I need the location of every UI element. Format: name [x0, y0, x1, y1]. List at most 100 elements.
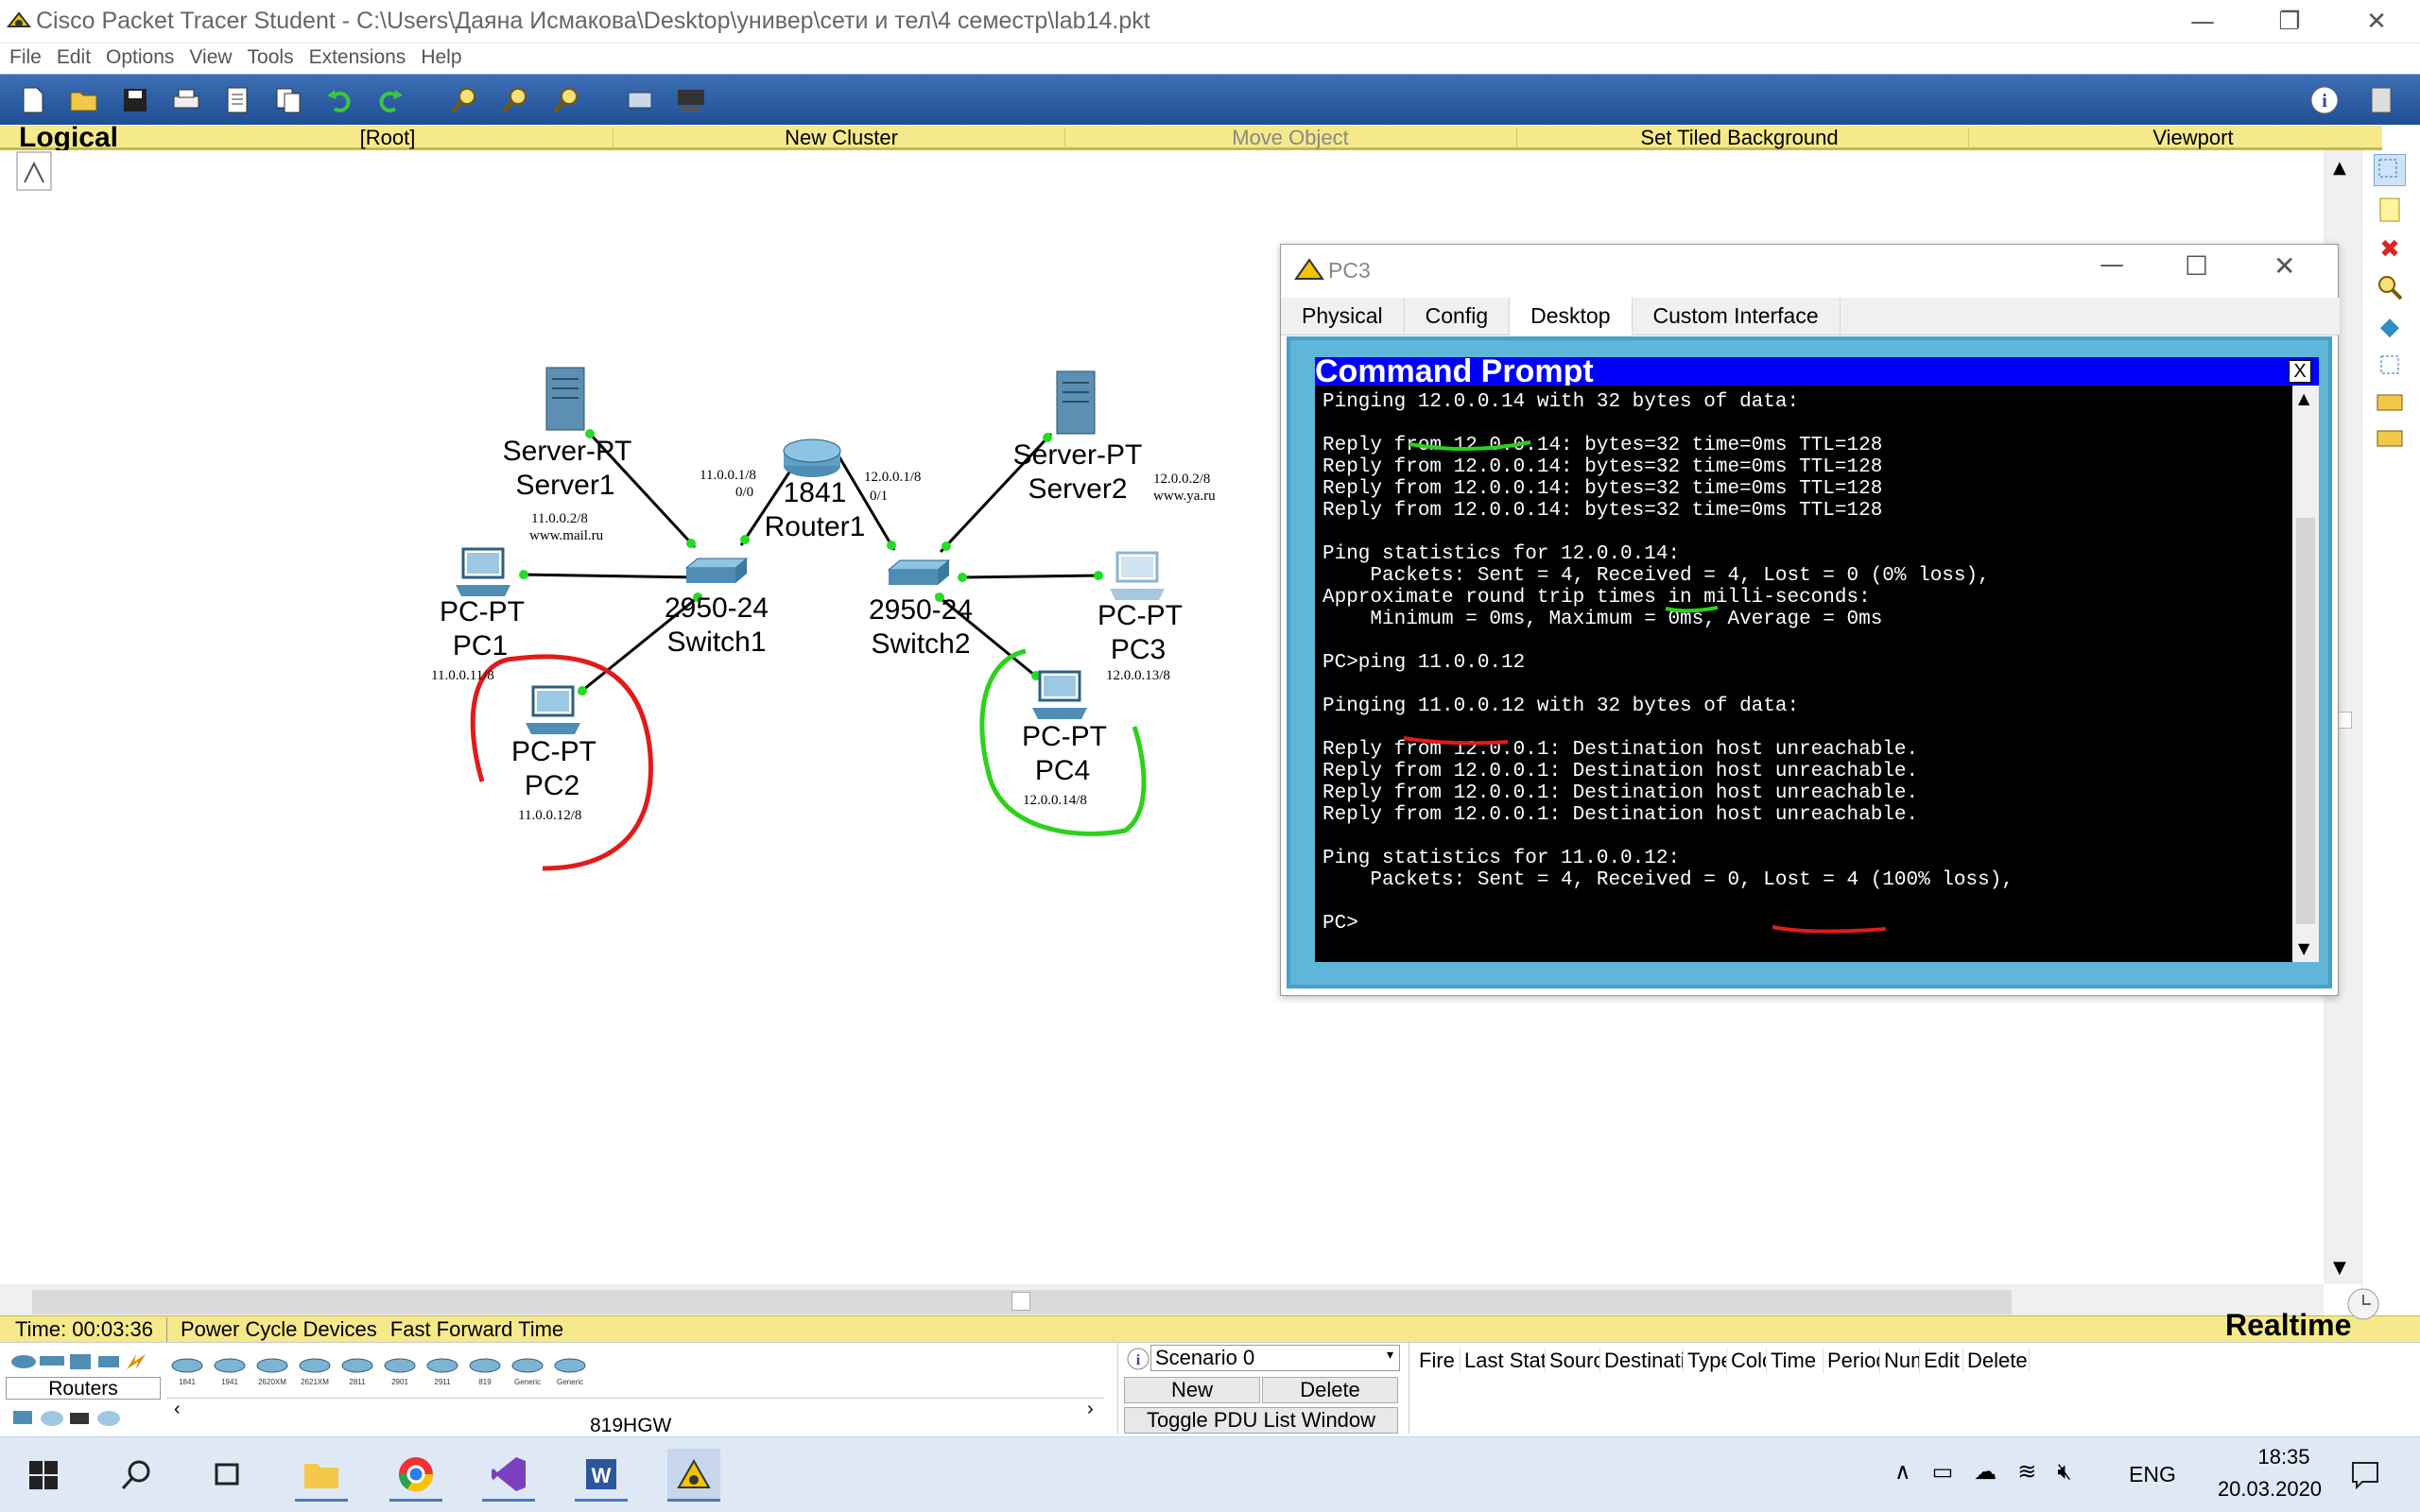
visual-studio-icon[interactable]: [482, 1449, 535, 1502]
pdu-column-header[interactable]: Color: [1727, 1349, 1767, 1373]
scenario-select[interactable]: Scenario 0 ▾: [1150, 1345, 1400, 1371]
notifications-icon[interactable]: [2339, 1449, 2392, 1502]
menu-edit[interactable]: Edit: [57, 46, 91, 69]
set-tiled-background-button[interactable]: Set Tiled Background: [1550, 126, 1928, 150]
task-view-icon[interactable]: [200, 1449, 253, 1502]
zoom-reset-icon[interactable]: [497, 82, 533, 118]
add-simple-pdu-icon[interactable]: [2374, 387, 2406, 419]
router-model-item[interactable]: 2811: [338, 1356, 376, 1386]
pdu-column-header[interactable]: Num: [1880, 1349, 1920, 1373]
input-language[interactable]: ENG: [2129, 1462, 2176, 1487]
menu-help[interactable]: Help: [421, 46, 461, 69]
pdu-column-header[interactable]: Delete: [1963, 1349, 2030, 1373]
menu-tools[interactable]: Tools: [248, 46, 294, 69]
switches-category-icon[interactable]: [38, 1352, 66, 1371]
file-explorer-icon[interactable]: [295, 1449, 348, 1502]
router-model-item[interactable]: Generic: [509, 1356, 546, 1386]
delete-scenario-button[interactable]: Delete: [1262, 1377, 1398, 1403]
scroll-left-icon[interactable]: ‹: [174, 1399, 181, 1420]
note-tool-icon[interactable]: [2374, 194, 2406, 226]
router-model-item[interactable]: 2620XM: [253, 1356, 291, 1386]
menu-extensions[interactable]: Extensions: [309, 46, 406, 69]
power-cycle-button[interactable]: Power Cycle Devices: [165, 1316, 377, 1342]
inspect-tool-icon[interactable]: [2374, 271, 2406, 303]
router-model-item[interactable]: 2621XM: [296, 1356, 334, 1386]
router-model-item[interactable]: 1941: [211, 1356, 249, 1386]
undo-icon[interactable]: [321, 82, 357, 118]
connections-category-icon[interactable]: [123, 1352, 151, 1371]
info-icon[interactable]: i: [1126, 1347, 1150, 1371]
custom-devices-category-icon[interactable]: [66, 1407, 95, 1430]
end-devices-category-icon[interactable]: [9, 1407, 38, 1430]
windows-start-icon[interactable]: [17, 1449, 70, 1502]
pc4-icon[interactable]: [1030, 670, 1089, 721]
add-complex-pdu-icon[interactable]: [2374, 422, 2406, 455]
volume-muted-icon[interactable]: 🔇︎: [2057, 1458, 2071, 1485]
realtime-mode-label[interactable]: Realtime: [2225, 1308, 2351, 1343]
router-model-item[interactable]: Generic: [551, 1356, 589, 1386]
logical-tab[interactable]: Logical: [19, 122, 118, 154]
wan-emulation-category-icon[interactable]: [38, 1407, 66, 1430]
print-icon[interactable]: [168, 82, 204, 118]
chevron-up-icon[interactable]: ∧: [1894, 1458, 1911, 1485]
wireless-category-icon[interactable]: [95, 1352, 123, 1371]
select-tool-icon[interactable]: [2374, 154, 2406, 186]
pc2-icon[interactable]: [524, 685, 582, 736]
pdu-column-header[interactable]: Periodic: [1824, 1349, 1880, 1373]
menu-view[interactable]: View: [189, 46, 232, 69]
pc1-icon[interactable]: [454, 547, 512, 598]
router-model-item[interactable]: 1841: [168, 1356, 206, 1386]
activity-wizard-icon[interactable]: [219, 82, 255, 118]
search-icon[interactable]: [110, 1449, 163, 1502]
pdu-column-header[interactable]: Last Status: [1461, 1349, 1546, 1373]
switch2-icon[interactable]: [885, 557, 953, 589]
fast-forward-button[interactable]: Fast Forward Time: [390, 1317, 563, 1342]
cloud-icon[interactable]: ☁: [1974, 1458, 1996, 1485]
new-cluster-button[interactable]: New Cluster: [662, 126, 1021, 150]
open-icon[interactable]: [66, 82, 102, 118]
minimize-button[interactable]: —: [2159, 0, 2246, 43]
router-model-item[interactable]: 2911: [424, 1356, 461, 1386]
scroll-up-icon[interactable]: ▲: [2333, 158, 2346, 178]
packet-tracer-icon[interactable]: [667, 1449, 720, 1502]
router1-icon[interactable]: [781, 438, 843, 479]
draw-shape-icon[interactable]: ◆: [2374, 311, 2406, 343]
new-icon[interactable]: [15, 82, 51, 118]
menu-options[interactable]: Options: [106, 46, 174, 69]
hubs-category-icon[interactable]: [66, 1352, 95, 1371]
toggle-pdu-list-button[interactable]: Toggle PDU List Window: [1124, 1407, 1398, 1434]
realtime-clock-icon[interactable]: [2344, 1285, 2382, 1323]
save-icon[interactable]: [117, 82, 153, 118]
pdu-column-header[interactable]: Destination: [1600, 1349, 1684, 1373]
switch1-icon[interactable]: [683, 555, 751, 587]
zoom-out-icon[interactable]: [548, 82, 584, 118]
copy-icon[interactable]: [270, 82, 306, 118]
word-icon[interactable]: W: [575, 1449, 628, 1502]
battery-icon[interactable]: ▭: [1932, 1458, 1954, 1485]
scroll-right-icon[interactable]: ›: [1087, 1399, 1094, 1420]
clock-date[interactable]: 20.03.2020: [2199, 1477, 2341, 1502]
server1-icon[interactable]: [543, 366, 588, 432]
router-model-item[interactable]: 2901: [381, 1356, 419, 1386]
clock-time[interactable]: 18:35: [2227, 1445, 2341, 1469]
server2-icon[interactable]: [1053, 369, 1098, 436]
restore-button[interactable]: ❐: [2246, 0, 2333, 43]
delete-tool-icon[interactable]: ✖: [2374, 233, 2406, 266]
router-model-item[interactable]: 819: [466, 1356, 504, 1386]
menu-file[interactable]: File: [9, 46, 42, 69]
network-info-icon[interactable]: [2363, 82, 2399, 118]
multiuser-category-icon[interactable]: [95, 1407, 123, 1430]
pdu-column-header[interactable]: Edit: [1920, 1349, 1963, 1373]
pdu-column-header[interactable]: Source: [1546, 1349, 1600, 1373]
scroll-grip[interactable]: [1011, 1292, 1030, 1311]
redo-icon[interactable]: [372, 82, 408, 118]
pdu-column-header[interactable]: Time: [1767, 1349, 1824, 1373]
chrome-icon[interactable]: [389, 1449, 442, 1502]
info-icon[interactable]: i: [2307, 82, 2342, 118]
wifi-icon[interactable]: ≋: [2017, 1458, 2036, 1485]
close-button[interactable]: ✕: [2333, 0, 2420, 43]
palette-icon[interactable]: [622, 82, 658, 118]
scroll-down-icon[interactable]: ▼: [2333, 1258, 2346, 1278]
viewport-button[interactable]: Viewport: [2061, 126, 2325, 150]
custom-device-icon[interactable]: [673, 82, 709, 118]
